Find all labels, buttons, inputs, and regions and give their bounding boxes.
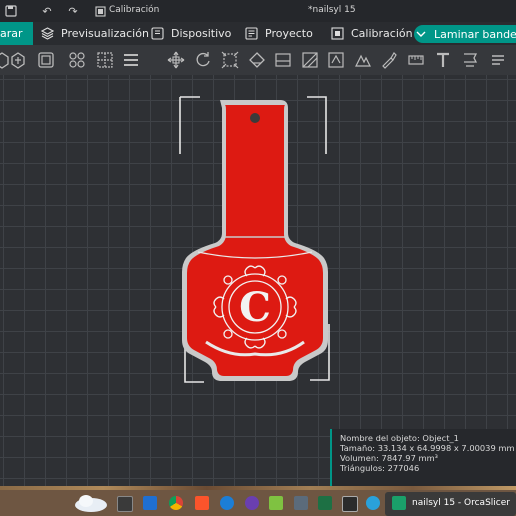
- svg-emboss-icon[interactable]: [460, 50, 480, 70]
- support-paint-icon[interactable]: [300, 50, 320, 70]
- tab-device[interactable]: Dispositivo: [150, 22, 231, 45]
- fuzzy-skin-icon[interactable]: [353, 50, 373, 70]
- app-icon-green[interactable]: [269, 496, 283, 510]
- calibration-icon: [330, 27, 344, 41]
- slice-plate-button[interactable]: Laminar bandeja: [414, 25, 516, 43]
- text-icon[interactable]: [433, 50, 453, 70]
- tab-prepare-label: arar: [0, 27, 23, 40]
- tab-calibration-label: Calibración: [351, 27, 413, 40]
- orcaslicer-icon: [392, 496, 406, 510]
- move-icon[interactable]: [166, 50, 186, 70]
- window-title: *nailsyl 15: [308, 5, 356, 15]
- add-part-icon[interactable]: [8, 50, 28, 70]
- chevron-down-icon[interactable]: [416, 25, 426, 43]
- scale-icon[interactable]: [220, 50, 240, 70]
- app-icon-n[interactable]: [342, 496, 358, 512]
- arrange-icon[interactable]: [67, 50, 87, 70]
- rotate-icon[interactable]: [193, 50, 213, 70]
- tab-project[interactable]: Proyecto: [244, 22, 313, 45]
- selected-model[interactable]: C: [170, 92, 340, 392]
- tab-project-label: Proyecto: [265, 27, 313, 40]
- selection-bracket-top-right: [307, 96, 327, 154]
- plate-icon[interactable]: [36, 50, 56, 70]
- calibration-window-icon: [93, 4, 107, 18]
- excel-icon[interactable]: [318, 496, 332, 510]
- layers-icon: [40, 27, 54, 41]
- save-icon[interactable]: [4, 4, 18, 18]
- app-icon-grey[interactable]: [294, 496, 308, 510]
- grid-arrange-icon[interactable]: [95, 50, 115, 70]
- model-body: [187, 105, 323, 376]
- monogram-letter: C: [239, 284, 271, 331]
- object-volume: Volumen: 7847.97 mm³: [340, 453, 438, 463]
- redo-icon[interactable]: ↷: [66, 4, 80, 18]
- keyring-hole: [250, 113, 260, 123]
- lay-on-face-icon[interactable]: [247, 50, 267, 70]
- assembly-icon[interactable]: [488, 50, 508, 70]
- telegram-icon[interactable]: [366, 496, 380, 510]
- device-icon: [150, 27, 164, 41]
- object-triangles: Triángulos: 277046: [340, 463, 420, 473]
- taskbar-active-app-label: nailsyl 15 - OrcaSlicer: [412, 498, 510, 508]
- weather-widget-icon[interactable]: [72, 492, 110, 514]
- cut-icon[interactable]: [273, 50, 293, 70]
- selection-bracket-top-left: [179, 96, 200, 154]
- browser-icon[interactable]: [220, 496, 234, 510]
- object-name: Nombre del objeto: Object_1: [340, 433, 459, 443]
- object-size: Tamaño: 33.134 x 64.9998 x 7.00039 mm: [340, 443, 515, 453]
- task-view-icon[interactable]: [117, 496, 133, 512]
- chrome-icon[interactable]: [169, 496, 183, 510]
- tab-device-label: Dispositivo: [171, 27, 232, 40]
- undo-icon[interactable]: ↶: [40, 4, 54, 18]
- tab-prepare[interactable]: arar: [0, 22, 33, 45]
- tab-preview[interactable]: Previsualización: [40, 22, 149, 45]
- window-calibration-title: Calibración: [109, 5, 160, 15]
- brave-icon[interactable]: [195, 496, 209, 510]
- app-icon-purple[interactable]: [245, 496, 259, 510]
- tab-preview-label: Previsualización: [61, 27, 149, 40]
- slice-plate-label: Laminar bandeja: [434, 27, 516, 41]
- explorer-icon[interactable]: [143, 496, 157, 510]
- title-bar: ↶ ↷ Calibración *nailsyl 15: [0, 0, 516, 22]
- measure-icon[interactable]: [406, 50, 426, 70]
- tab-calibration[interactable]: Calibración: [330, 22, 413, 45]
- layers-list-icon[interactable]: [121, 50, 141, 70]
- project-icon: [244, 27, 258, 41]
- object-info-panel: Nombre del objeto: Object_1 Tamaño: 33.1…: [330, 429, 516, 486]
- seam-paint-icon[interactable]: [326, 50, 346, 70]
- color-paint-icon[interactable]: [379, 50, 399, 70]
